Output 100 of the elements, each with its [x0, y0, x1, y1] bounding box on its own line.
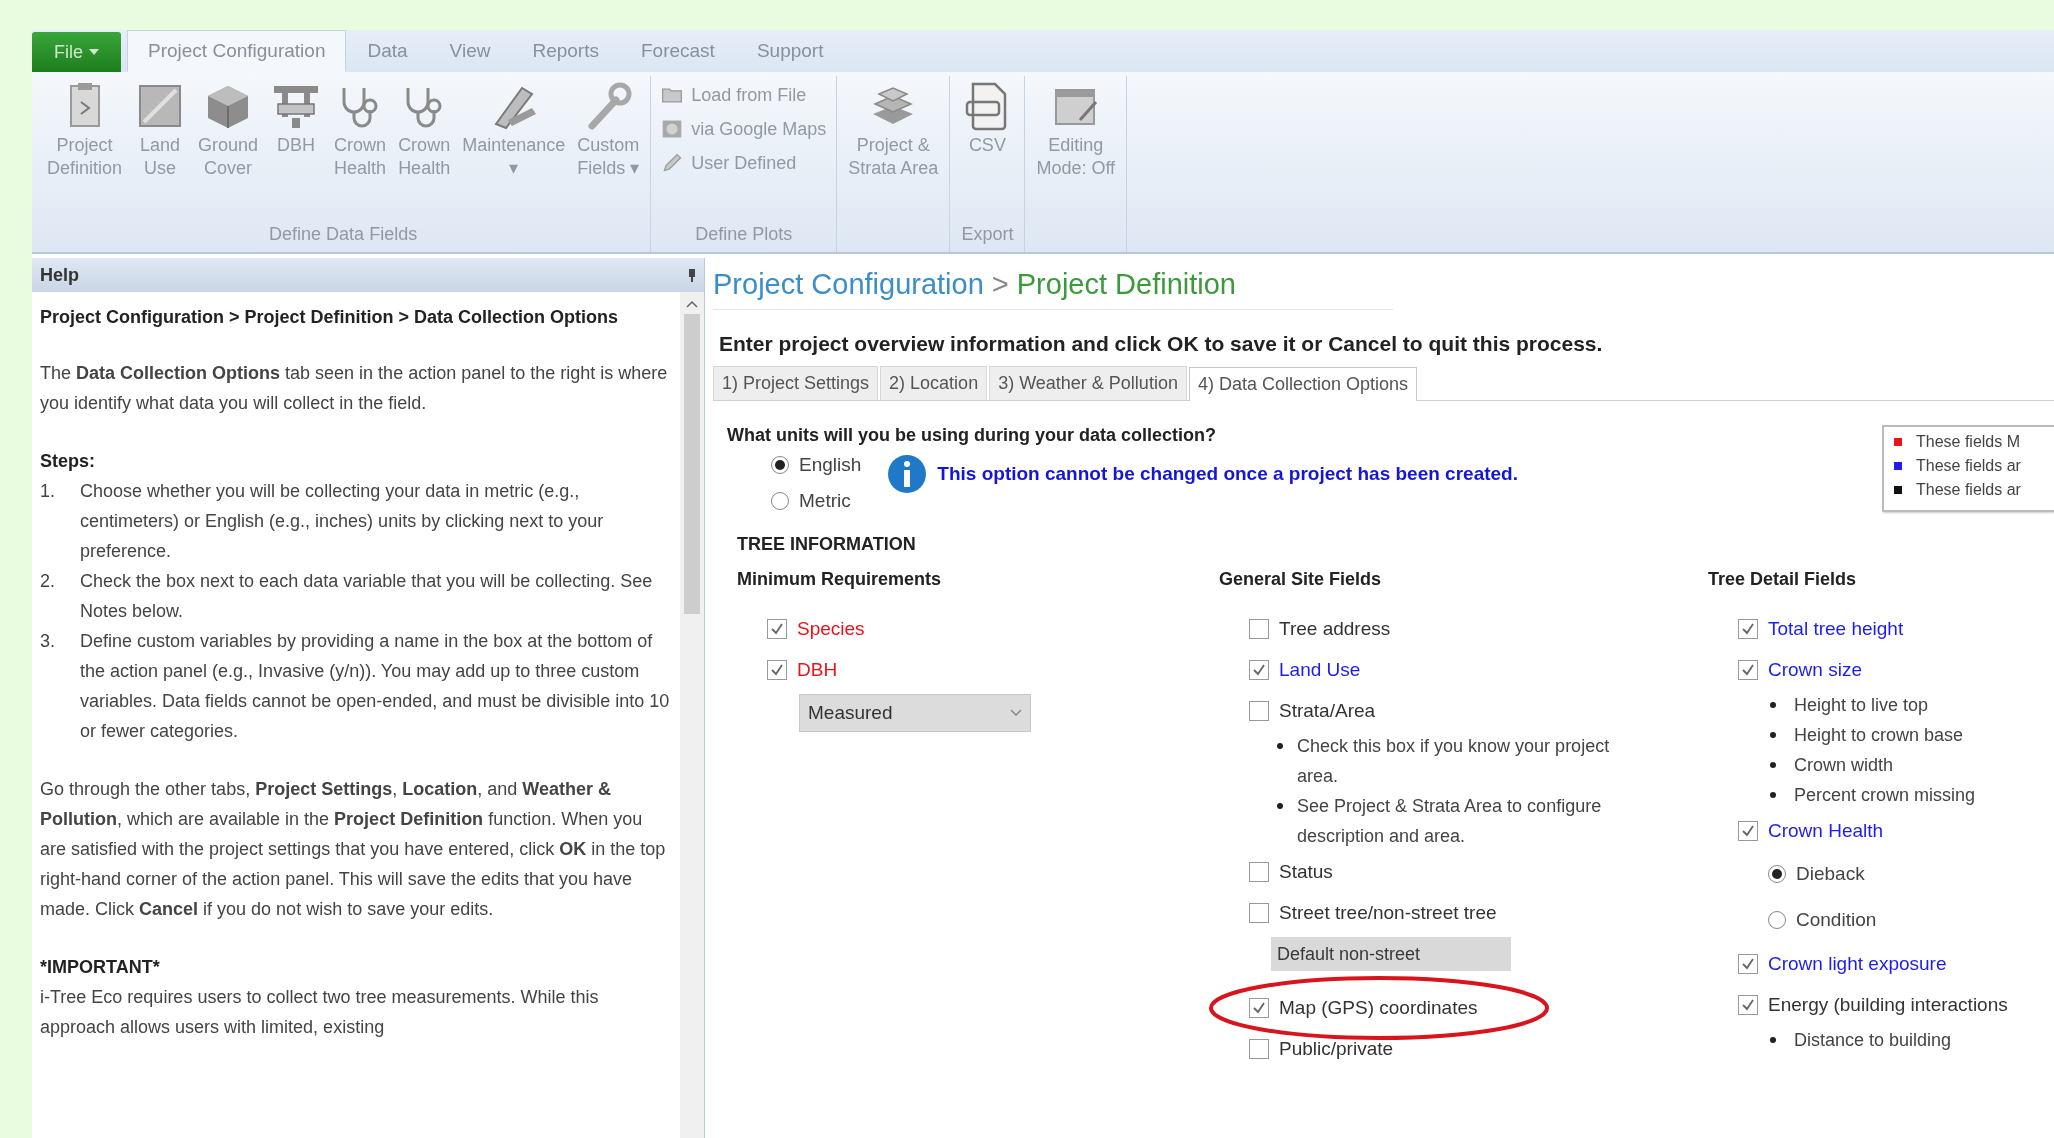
- legend-text: These fields M: [1916, 433, 2021, 451]
- step-number: 3.: [40, 630, 56, 653]
- step-text: Choose whether you will be collecting your data in metric (e.g., centimeters) or English (e.g., inches) units by clicking next to your preference.: [80, 480, 605, 563]
- dropdown[interactable]: Measured: [799, 694, 1031, 732]
- checkbox[interactable]: [1249, 902, 1269, 923]
- checkbox[interactable]: [1249, 861, 1269, 882]
- checkbox[interactable]: [1738, 953, 1758, 974]
- step-number: 2.: [40, 570, 56, 593]
- field-label: Crown light exposure: [1768, 952, 1947, 975]
- instruction-text: Enter project overview information and click OK to save it or Cancel to quit this process.: [719, 332, 1604, 356]
- pencil-icon: [661, 152, 684, 174]
- steps-heading: Steps:: [40, 450, 96, 473]
- menu-tab[interactable]: Support: [735, 30, 845, 72]
- field-label: Total tree height: [1768, 617, 1904, 640]
- tab[interactable]: 2) Location: [880, 366, 988, 400]
- menu-tab[interactable]: Forecast: [619, 30, 736, 72]
- step-number: 1.: [40, 480, 56, 503]
- list-text: Percent crown missing: [1794, 784, 1976, 806]
- section-title: TREE INFORMATION: [737, 534, 917, 555]
- menu-tab[interactable]: Reports: [511, 30, 620, 72]
- list-text: Height to live top: [1794, 694, 1929, 716]
- important-heading: *IMPORTANT*: [40, 956, 161, 979]
- menu-tab[interactable]: View: [428, 30, 512, 72]
- tab[interactable]: 1) Project Settings: [713, 366, 879, 400]
- field-label: Crown size: [1768, 658, 1862, 681]
- ribbon-button[interactable]: Project & Strata Area: [843, 76, 944, 220]
- column-title: General Site Fields: [1219, 569, 1383, 590]
- field-label: Crown Health: [1768, 819, 1884, 842]
- ribbon-button[interactable]: Crown Health: [393, 76, 456, 220]
- list-text: Distance to building: [1794, 1029, 1952, 1051]
- legend-text: These fields ar: [1916, 457, 2021, 475]
- file-menu-button[interactable]: File: [32, 32, 121, 72]
- note-text: See Project & Strata Area to configure description and area.: [1297, 795, 1603, 848]
- field-label: Energy (building interactions: [1768, 993, 2008, 1016]
- tab[interactable]: 4) Data Collection Options: [1188, 367, 1417, 401]
- field-label: Land Use: [1279, 658, 1361, 681]
- help-heading: Project Configuration > Project Definition > Data Collection Options: [40, 306, 620, 329]
- breadcrumb-separator: >: [991, 268, 1009, 301]
- field-label: DBH: [797, 658, 838, 681]
- ribbon-button[interactable]: User Defined: [657, 150, 831, 176]
- help-paragraph: Go through the other tabs, Project Settings, Location, and Weather & Pollution, which are available in the Project Definition function. When you are satisfied with the project settings that you have entered, click OK in the top right-hand corner of the action panel. This will save the edits that you have made. Click Cancel if you do not wish to save your edits.: [40, 778, 667, 921]
- tab[interactable]: 3) Weather & Pollution: [989, 366, 1187, 400]
- ribbon-button[interactable]: Editing Mode: Off: [1031, 76, 1121, 220]
- checkbox[interactable]: [767, 618, 787, 639]
- note-text: Check this box if you know your project area.: [1297, 735, 1611, 788]
- checkbox[interactable]: [1249, 618, 1269, 639]
- radio-option[interactable]: English: [771, 454, 862, 476]
- checkbox[interactable]: [1249, 997, 1269, 1018]
- info-note: This option cannot be changed once a project has been created.: [937, 463, 1518, 485]
- checkbox[interactable]: [1249, 700, 1269, 721]
- breadcrumb-section: Project Configuration: [713, 268, 984, 301]
- field-label: Strata/Area: [1279, 699, 1376, 722]
- field-label: Species: [797, 617, 865, 640]
- checkbox[interactable]: [767, 659, 787, 680]
- ribbon-button[interactable]: via Google Maps: [657, 116, 831, 142]
- pin-icon[interactable]: [688, 268, 696, 282]
- checkbox[interactable]: [1738, 659, 1758, 680]
- ribbon-button[interactable]: Crown Health: [329, 76, 392, 220]
- column-title: Minimum Requirements: [737, 569, 943, 590]
- field-label: Status: [1279, 860, 1333, 883]
- help-paragraph: i-Tree Eco requires users to collect two tree measurements. While this approach allows users with limited, existing: [40, 987, 599, 1037]
- ribbon-button[interactable]: Project Definition: [42, 76, 128, 220]
- list-text: Crown width: [1794, 754, 1894, 776]
- radio-option[interactable]: Dieback: [1768, 863, 1865, 885]
- group-label: Define Plots: [695, 224, 793, 244]
- checkbox[interactable]: [1249, 1038, 1269, 1059]
- checkbox[interactable]: [1738, 820, 1758, 841]
- checkbox[interactable]: [1738, 994, 1758, 1015]
- list-text: Height to crown base: [1794, 724, 1964, 746]
- radio-option[interactable]: Metric: [771, 490, 862, 512]
- group-label: Export: [961, 224, 1014, 244]
- group-label: Define Data Fields: [269, 224, 418, 244]
- caret-icon: [89, 49, 99, 55]
- checkbox[interactable]: [1249, 659, 1269, 680]
- ribbon-button[interactable]: DBH: [265, 76, 328, 220]
- ribbon-button[interactable]: Ground Cover: [193, 76, 264, 220]
- ribbon-button[interactable]: Land Use: [129, 76, 192, 220]
- step-text: Define custom variables by providing a name in the box at the bottom of the action panel (e.g., Invasive (y/n)). You may add up to three custom variables. Data fields cannot be open-ended, and must be divisible into 10 or fewer categories.: [80, 630, 671, 743]
- step-text: Check the box next to each data variable that you will be collecting. See Notes below.: [80, 570, 654, 623]
- scroll-thumb[interactable]: [684, 314, 700, 614]
- radio-option[interactable]: Condition: [1768, 909, 1877, 931]
- panel-title: Help: [40, 264, 79, 286]
- page-title: Project Definition: [1016, 268, 1236, 301]
- field-label: Map (GPS) coordinates: [1279, 996, 1478, 1019]
- field-label: Tree address: [1279, 617, 1391, 640]
- ribbon-button[interactable]: Load from File: [657, 82, 831, 108]
- menu-tab[interactable]: Data: [346, 30, 429, 72]
- scroll-up-icon[interactable]: [686, 300, 698, 308]
- column-title: Tree Detail Fields: [1708, 569, 1858, 590]
- field-label: Public/private: [1279, 1037, 1394, 1060]
- checkbox[interactable]: [1738, 618, 1758, 639]
- ribbon-button[interactable]: Custom Fields ▾: [572, 76, 645, 220]
- chevron-icon: [1010, 709, 1022, 717]
- ribbon-button[interactable]: Maintenance ▾: [457, 76, 571, 220]
- ribbon-button[interactable]: CSV: [956, 76, 1019, 220]
- legend-text: These fields ar: [1916, 481, 2021, 499]
- menu-tab[interactable]: Project Configuration: [127, 30, 347, 72]
- help-paragraph: The Data Collection Options tab seen in the action panel to the right is where you identify what data you will collect in the field.: [40, 362, 669, 415]
- field-label: Street tree/non-street tree: [1279, 901, 1497, 924]
- question-text: What units will you be using during your data collection?: [727, 425, 1217, 446]
